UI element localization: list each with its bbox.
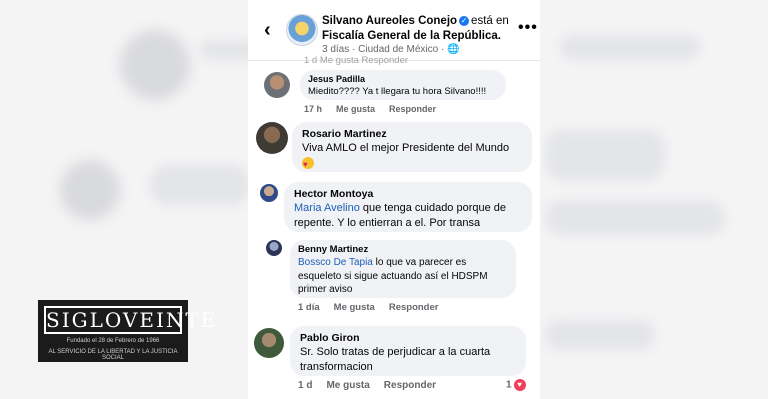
sigloveinte-logo: SIGLOVEINTE Fundado el 28 de Febrero de … [38, 300, 218, 362]
blurred-bar [545, 130, 665, 180]
more-options-icon[interactable]: ••• [518, 19, 538, 37]
back-arrow-icon[interactable]: ‹ [264, 20, 271, 40]
post-header: ‹ Silvano Aureoles Conejo ✓ está en Fiscal… [248, 0, 540, 61]
comment-text: Bossco De Tapia lo que va parecer es esq… [298, 256, 508, 297]
blurred-avatar [120, 30, 190, 100]
heart-reaction-icon: ♥ [513, 379, 526, 391]
avatar[interactable] [254, 328, 284, 358]
comment-actions: 1 día Me gusta Responder [298, 302, 452, 313]
reply-link[interactable]: Responder [389, 302, 439, 313]
comment-bubble: Jesus Padilla Miedito???? Ya t llegara t… [300, 70, 506, 100]
comment-text: Maria Avelino que tenga cuidado porque d… [294, 201, 522, 231]
mention-link[interactable]: Maria Avelino [294, 202, 360, 214]
reaction-count[interactable]: 1 ♥ [506, 379, 526, 391]
logo-slogan-text: AL SERVICIO DE LA LIBERTAD Y LA JUSTICIA… [48, 349, 178, 361]
logo-wordmark: SIGLOVEINTE [44, 306, 218, 334]
blurred-bar [545, 320, 655, 350]
mention-link[interactable]: Bossco De Tapia [298, 257, 373, 268]
blurred-bar [150, 165, 250, 205]
comment-bubble: Rosario Martinez Viva AMLO el mejor Pres… [292, 122, 532, 172]
post-title: Silvano Aureoles Conejo ✓ está en Fiscalía… [322, 14, 512, 44]
comment-actions: 1 d Me gusta Responder [298, 380, 450, 391]
commenter-name[interactable]: Pablo Giron [300, 332, 516, 345]
author-name[interactable]: Silvano Aureoles Conejo [322, 15, 457, 27]
commenter-name[interactable]: Jesus Padilla [308, 74, 498, 85]
like-link[interactable]: Me gusta [326, 380, 369, 391]
blurred-bar [560, 35, 700, 60]
place-name[interactable]: Fiscalía General de la República. [322, 30, 501, 42]
blurred-avatar [60, 160, 120, 220]
comment-text: Sr. Solo tratas de perjudicar a la cuart… [300, 346, 491, 373]
avatar[interactable] [264, 72, 290, 98]
avatar[interactable] [256, 122, 288, 154]
avatar[interactable] [286, 14, 318, 46]
comment-text-body: Viva AMLO el mejor Presidente del Mundo [302, 142, 510, 154]
title-verb: está en [471, 15, 509, 27]
reply-link[interactable]: Responder [389, 104, 436, 114]
comment-text: Viva AMLO el mejor Presidente del Mundo [302, 141, 522, 172]
heart-eyes-emoji-icon [302, 157, 314, 172]
avatar[interactable] [260, 184, 278, 202]
previous-comment-actions: 1 d Me gusta Responder [304, 55, 409, 66]
comment-bubble: Benny Martinez Bossco De Tapia lo que va… [290, 240, 516, 298]
comment-bubble: Pablo Giron Sr. Solo tratas de perjudica… [290, 326, 526, 376]
comment-actions: 17 h Me gusta Responder [304, 104, 450, 114]
comment-bubble: Hector Montoya Maria Avelino que tenga c… [284, 182, 532, 232]
blurred-bar [545, 200, 725, 235]
comment-time: 1 día [298, 302, 320, 313]
avatar[interactable] [266, 240, 282, 256]
comment-text: Miedito???? Ya t llegara tu hora Silvano… [308, 86, 487, 97]
logo-founded-text: Fundado el 28 de Febrero de 1966 [66, 338, 160, 344]
commenter-name[interactable]: Hector Montoya [294, 188, 522, 201]
reply-link[interactable]: Responder [384, 380, 436, 391]
like-link[interactable]: Me gusta [336, 104, 375, 114]
commenter-name[interactable]: Rosario Martinez [302, 128, 522, 141]
comment-time: 17 h [304, 104, 323, 114]
comment-time: 1 d [298, 380, 313, 391]
post-comments-panel: ‹ Silvano Aureoles Conejo ✓ está en Fiscal… [248, 0, 540, 399]
reaction-number: 1 [506, 379, 512, 391]
verified-badge-icon: ✓ [459, 15, 470, 26]
commenter-name[interactable]: Benny Martinez [298, 244, 508, 256]
screenshot-stage: ‹ Silvano Aureoles Conejo ✓ está en Fiscal… [0, 0, 768, 399]
like-link[interactable]: Me gusta [334, 302, 375, 313]
post-meta: 3 días · Ciudad de México · 🌐 [322, 44, 460, 55]
